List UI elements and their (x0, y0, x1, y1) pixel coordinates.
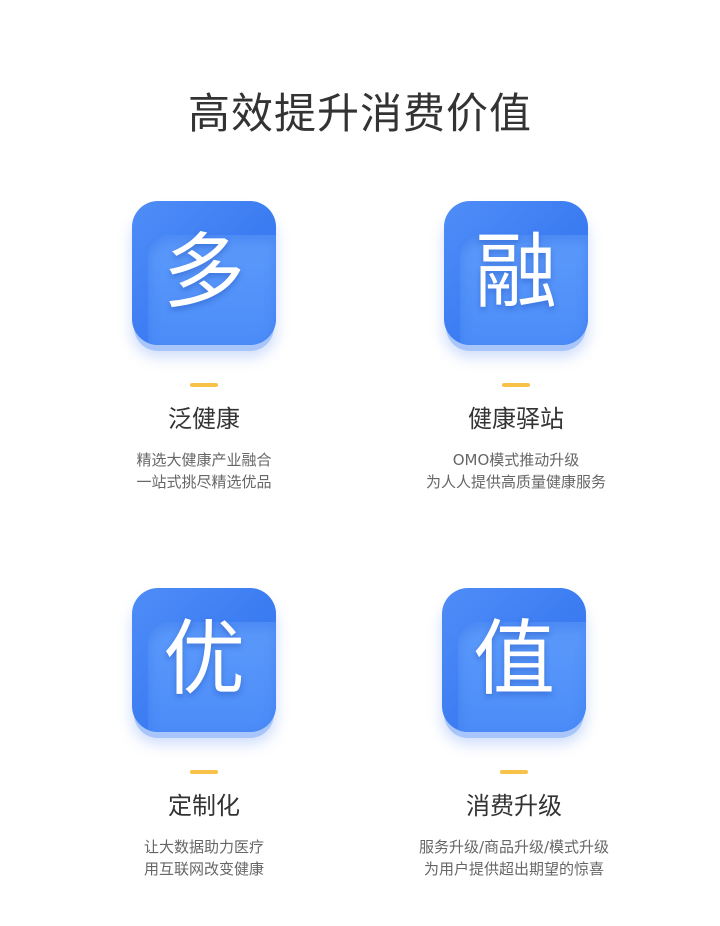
feature-desc-line: 一站式挑尽精选优品 (136, 473, 272, 491)
feature-title: 消费升级 (466, 792, 562, 820)
feature-desc-line: OMO模式推动升级 (452, 451, 580, 469)
feature-description: 让大数据助力医疗 用互联网改变健康 (54, 836, 354, 880)
accent-bar (190, 770, 218, 774)
accent-bar (502, 383, 530, 387)
feature-card-health-station: 融 健康驿站 OMO模式推动升级 为人人提供高质量健康服务 (366, 201, 666, 493)
icon-glyph: 优 (162, 612, 245, 707)
icon-tile: 融 (444, 201, 588, 345)
you-character-icon: 优 (132, 588, 276, 746)
rong-character-icon: 融 (444, 201, 588, 359)
feature-title: 泛健康 (168, 405, 240, 433)
feature-card-pan-health: 多 泛健康 精选大健康产业融合 一站式挑尽精选优品 (54, 201, 354, 493)
feature-desc-line: 为用户提供超出期望的惊喜 (423, 860, 604, 878)
feature-desc-line: 服务升级/商品升级/模式升级 (418, 838, 610, 856)
icon-glyph: 融 (474, 225, 557, 320)
icon-glyph: 多 (162, 225, 245, 320)
icon-glyph: 值 (472, 612, 555, 707)
feature-description: 精选大健康产业融合 一站式挑尽精选优品 (54, 449, 354, 493)
duo-character-icon: 多 (132, 201, 276, 359)
feature-card-consumption-upgrade: 值 消费升级 服务升级/商品升级/模式升级 为用户提供超出期望的惊喜 (364, 588, 664, 880)
icon-tile: 值 (442, 588, 586, 732)
feature-desc-line: 让大数据助力医疗 (143, 838, 264, 856)
feature-desc-line: 用互联网改变健康 (143, 860, 264, 878)
accent-bar (500, 770, 528, 774)
feature-description: OMO模式推动升级 为人人提供高质量健康服务 (366, 449, 666, 493)
feature-title: 健康驿站 (468, 405, 564, 433)
feature-card-customization: 优 定制化 让大数据助力医疗 用互联网改变健康 (54, 588, 354, 880)
icon-tile: 多 (132, 201, 276, 345)
icon-tile: 优 (132, 588, 276, 732)
page-title: 高效提升消费价值 (187, 89, 532, 139)
feature-desc-line: 为人人提供高质量健康服务 (425, 473, 606, 491)
feature-description: 服务升级/商品升级/模式升级 为用户提供超出期望的惊喜 (364, 836, 664, 880)
feature-desc-line: 精选大健康产业融合 (136, 451, 272, 469)
feature-title: 定制化 (168, 792, 240, 820)
zhi-character-icon: 值 (442, 588, 586, 746)
accent-bar (190, 383, 218, 387)
